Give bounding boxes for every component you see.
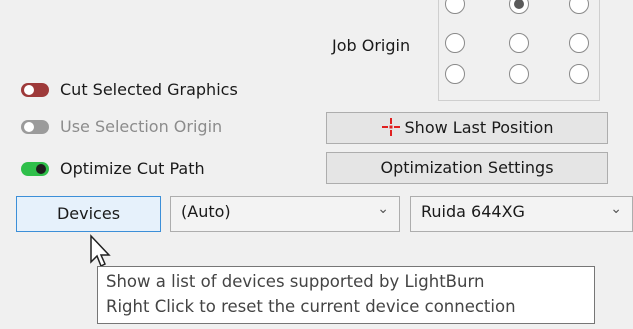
tooltip-line-1: Show a list of devices supported by Ligh… <box>106 272 485 291</box>
device-select-value: Ruida 644XG <box>421 202 525 221</box>
cut-selected-graphics-label: Cut Selected Graphics <box>60 80 238 99</box>
cut-selected-graphics-toggle[interactable] <box>21 83 49 97</box>
origin-radio-middle-left[interactable] <box>445 33 465 53</box>
origin-radio-top-center[interactable] <box>509 0 529 14</box>
origin-radio-top-right[interactable] <box>569 0 589 14</box>
origin-radio-bottom-center[interactable] <box>509 64 529 84</box>
show-last-position-button[interactable]: Show Last Position <box>326 112 608 144</box>
devices-label: Devices <box>56 204 121 223</box>
optimize-cut-path-label: Optimize Cut Path <box>60 159 205 178</box>
origin-radio-bottom-right[interactable] <box>569 64 589 84</box>
use-selection-origin-label: Use Selection Origin <box>60 117 223 136</box>
origin-radio-bottom-left[interactable] <box>445 64 465 84</box>
chevron-down-icon: ⌄ <box>377 201 389 217</box>
tooltip-line-2: Right Click to reset the current device … <box>106 297 516 316</box>
job-origin-label: Job Origin <box>332 36 411 55</box>
origin-radio-top-left[interactable] <box>445 0 465 14</box>
job-origin-grid <box>438 0 600 101</box>
red-crosshair-icon <box>381 118 400 136</box>
origin-radio-middle-center[interactable] <box>509 33 529 53</box>
optimization-settings-button[interactable]: Optimization Settings <box>326 152 608 184</box>
chevron-down-icon: ⌄ <box>610 201 622 217</box>
optimize-cut-path-toggle[interactable] <box>21 162 49 176</box>
origin-radio-middle-right[interactable] <box>569 33 589 53</box>
optimization-settings-label: Optimization Settings <box>380 158 554 177</box>
port-select-value: (Auto) <box>181 202 231 221</box>
devices-tooltip: Show a list of devices supported by Ligh… <box>97 266 595 324</box>
port-select[interactable]: (Auto) ⌄ <box>170 196 400 232</box>
use-selection-origin-toggle <box>21 120 49 134</box>
show-last-position-label: Show Last Position <box>404 118 554 137</box>
devices-button[interactable]: Devices <box>16 196 161 232</box>
device-select[interactable]: Ruida 644XG ⌄ <box>410 196 633 232</box>
